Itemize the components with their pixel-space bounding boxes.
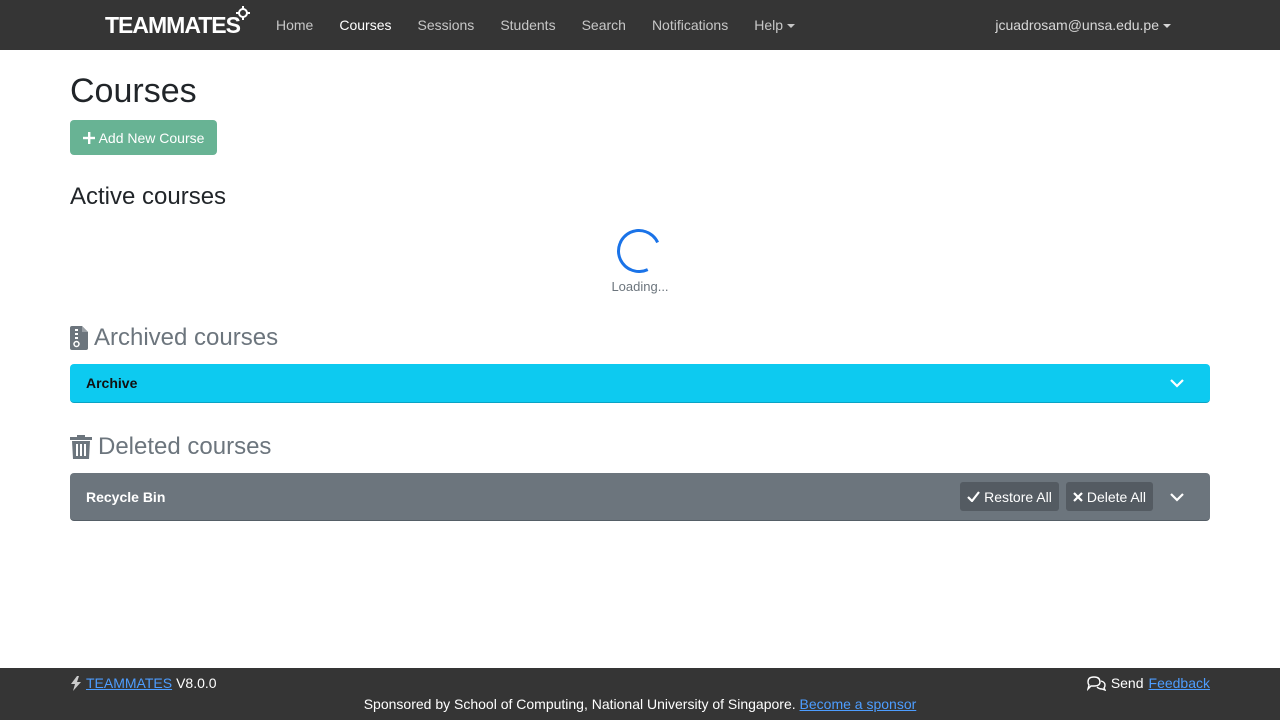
- add-new-course-label: Add New Course: [98, 129, 205, 146]
- archived-courses-heading: Archived courses: [70, 324, 278, 352]
- trash-icon: [70, 435, 92, 459]
- feedback-link[interactable]: Feedback: [1149, 675, 1210, 691]
- version-text: V8.0.0: [176, 675, 217, 691]
- nav-notifications[interactable]: Notifications: [639, 0, 741, 50]
- nav-sessions[interactable]: Sessions: [405, 0, 488, 50]
- footer: TEAMMATES V8.0.0 Send Feedback Sponsored…: [0, 668, 1280, 720]
- footer-version: TEAMMATES V8.0.0: [70, 675, 217, 691]
- teammates-link[interactable]: TEAMMATES: [86, 675, 172, 691]
- delete-all-button[interactable]: Delete All: [1065, 482, 1153, 511]
- brand-logo[interactable]: TEAMMATES: [105, 6, 250, 42]
- restore-all-label: Restore All: [984, 488, 1052, 505]
- brand-text: TEAMMATES: [105, 11, 241, 38]
- recycle-bin-label: Recycle Bin: [86, 488, 166, 505]
- user-email: jcuadrosam@unsa.edu.pe: [995, 17, 1159, 33]
- top-navbar: TEAMMATES Home Courses Sessions Students…: [0, 0, 1280, 50]
- recycle-bin-panel-header[interactable]: Recycle Bin Restore All Delete All: [70, 473, 1210, 521]
- add-new-course-button[interactable]: Add New Course: [70, 120, 217, 155]
- delete-all-label: Delete All: [1086, 488, 1146, 505]
- deleted-courses-heading: Deleted courses: [70, 433, 271, 461]
- become-sponsor-link[interactable]: Become a sponsor: [800, 696, 917, 712]
- archived-courses-label: Archived courses: [94, 324, 279, 351]
- loading-text: Loading...: [611, 279, 669, 294]
- restore-all-button[interactable]: Restore All: [960, 482, 1059, 511]
- bolt-icon: [71, 675, 81, 691]
- deleted-courses-label: Deleted courses: [98, 433, 272, 460]
- chevron-down-icon[interactable]: [1160, 492, 1194, 502]
- page-title: Courses: [70, 72, 197, 110]
- nav-search[interactable]: Search: [569, 0, 639, 50]
- send-text: Send: [1110, 675, 1144, 691]
- sponsor-text: Sponsored by School of Computing, Nation…: [363, 696, 796, 712]
- comments-icon: [1086, 675, 1106, 691]
- user-menu-dropdown[interactable]: jcuadrosam@unsa.edu.pe: [995, 0, 1171, 50]
- caret-down-icon: [787, 24, 795, 28]
- nav-courses[interactable]: Courses: [326, 0, 404, 50]
- nav-help-dropdown[interactable]: Help: [741, 0, 808, 50]
- nav-help-label: Help: [754, 17, 783, 33]
- close-icon: [1073, 491, 1083, 502]
- nav-home[interactable]: Home: [263, 0, 326, 50]
- caret-down-icon: [1163, 24, 1171, 28]
- footer-sponsor: Sponsored by School of Computing, Nation…: [0, 696, 1280, 712]
- check-icon: [967, 491, 981, 502]
- plus-icon: [82, 131, 95, 144]
- active-courses-heading: Active courses: [70, 183, 227, 210]
- archive-panel-header[interactable]: Archive: [70, 364, 1210, 403]
- chevron-down-icon[interactable]: [1160, 378, 1194, 388]
- loading-spinner-icon: [610, 222, 668, 280]
- file-archive-icon: [70, 326, 88, 350]
- footer-feedback: Send Feedback: [1086, 675, 1210, 691]
- archive-panel-label: Archive: [86, 375, 138, 391]
- nav-links: Home Courses Sessions Students Search No…: [263, 0, 808, 50]
- gear-icon: [235, 6, 250, 20]
- nav-students[interactable]: Students: [487, 0, 568, 50]
